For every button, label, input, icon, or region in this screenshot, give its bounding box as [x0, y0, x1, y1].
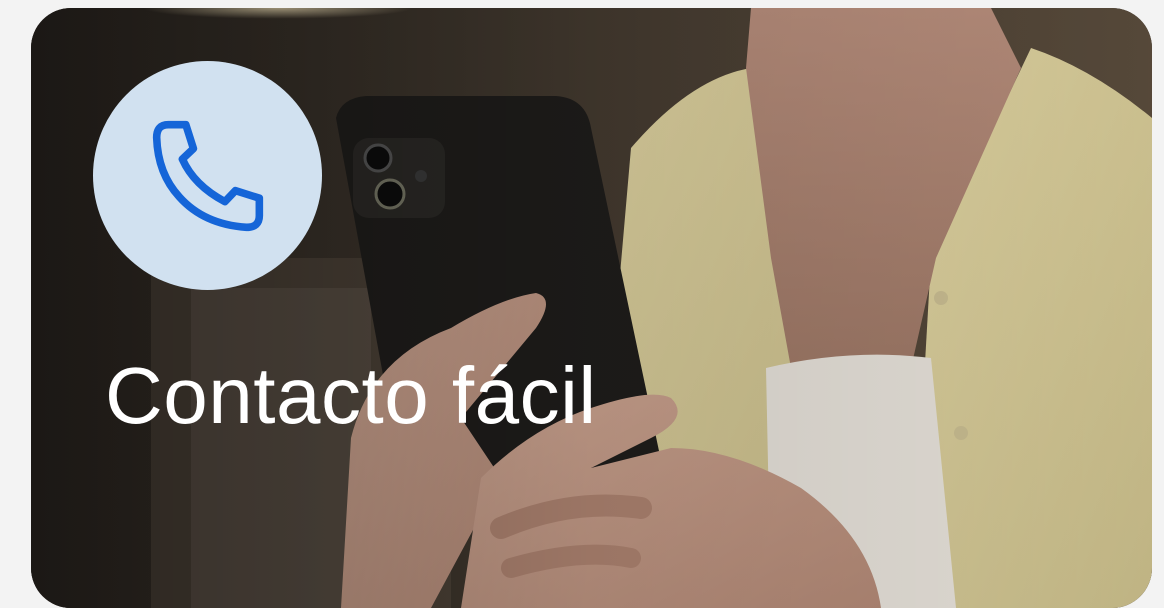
card-title: Contacto fácil — [105, 351, 597, 440]
phone-icon — [152, 120, 263, 231]
phone-icon-badge — [93, 61, 322, 290]
contact-card[interactable]: Contacto fácil — [31, 8, 1152, 608]
